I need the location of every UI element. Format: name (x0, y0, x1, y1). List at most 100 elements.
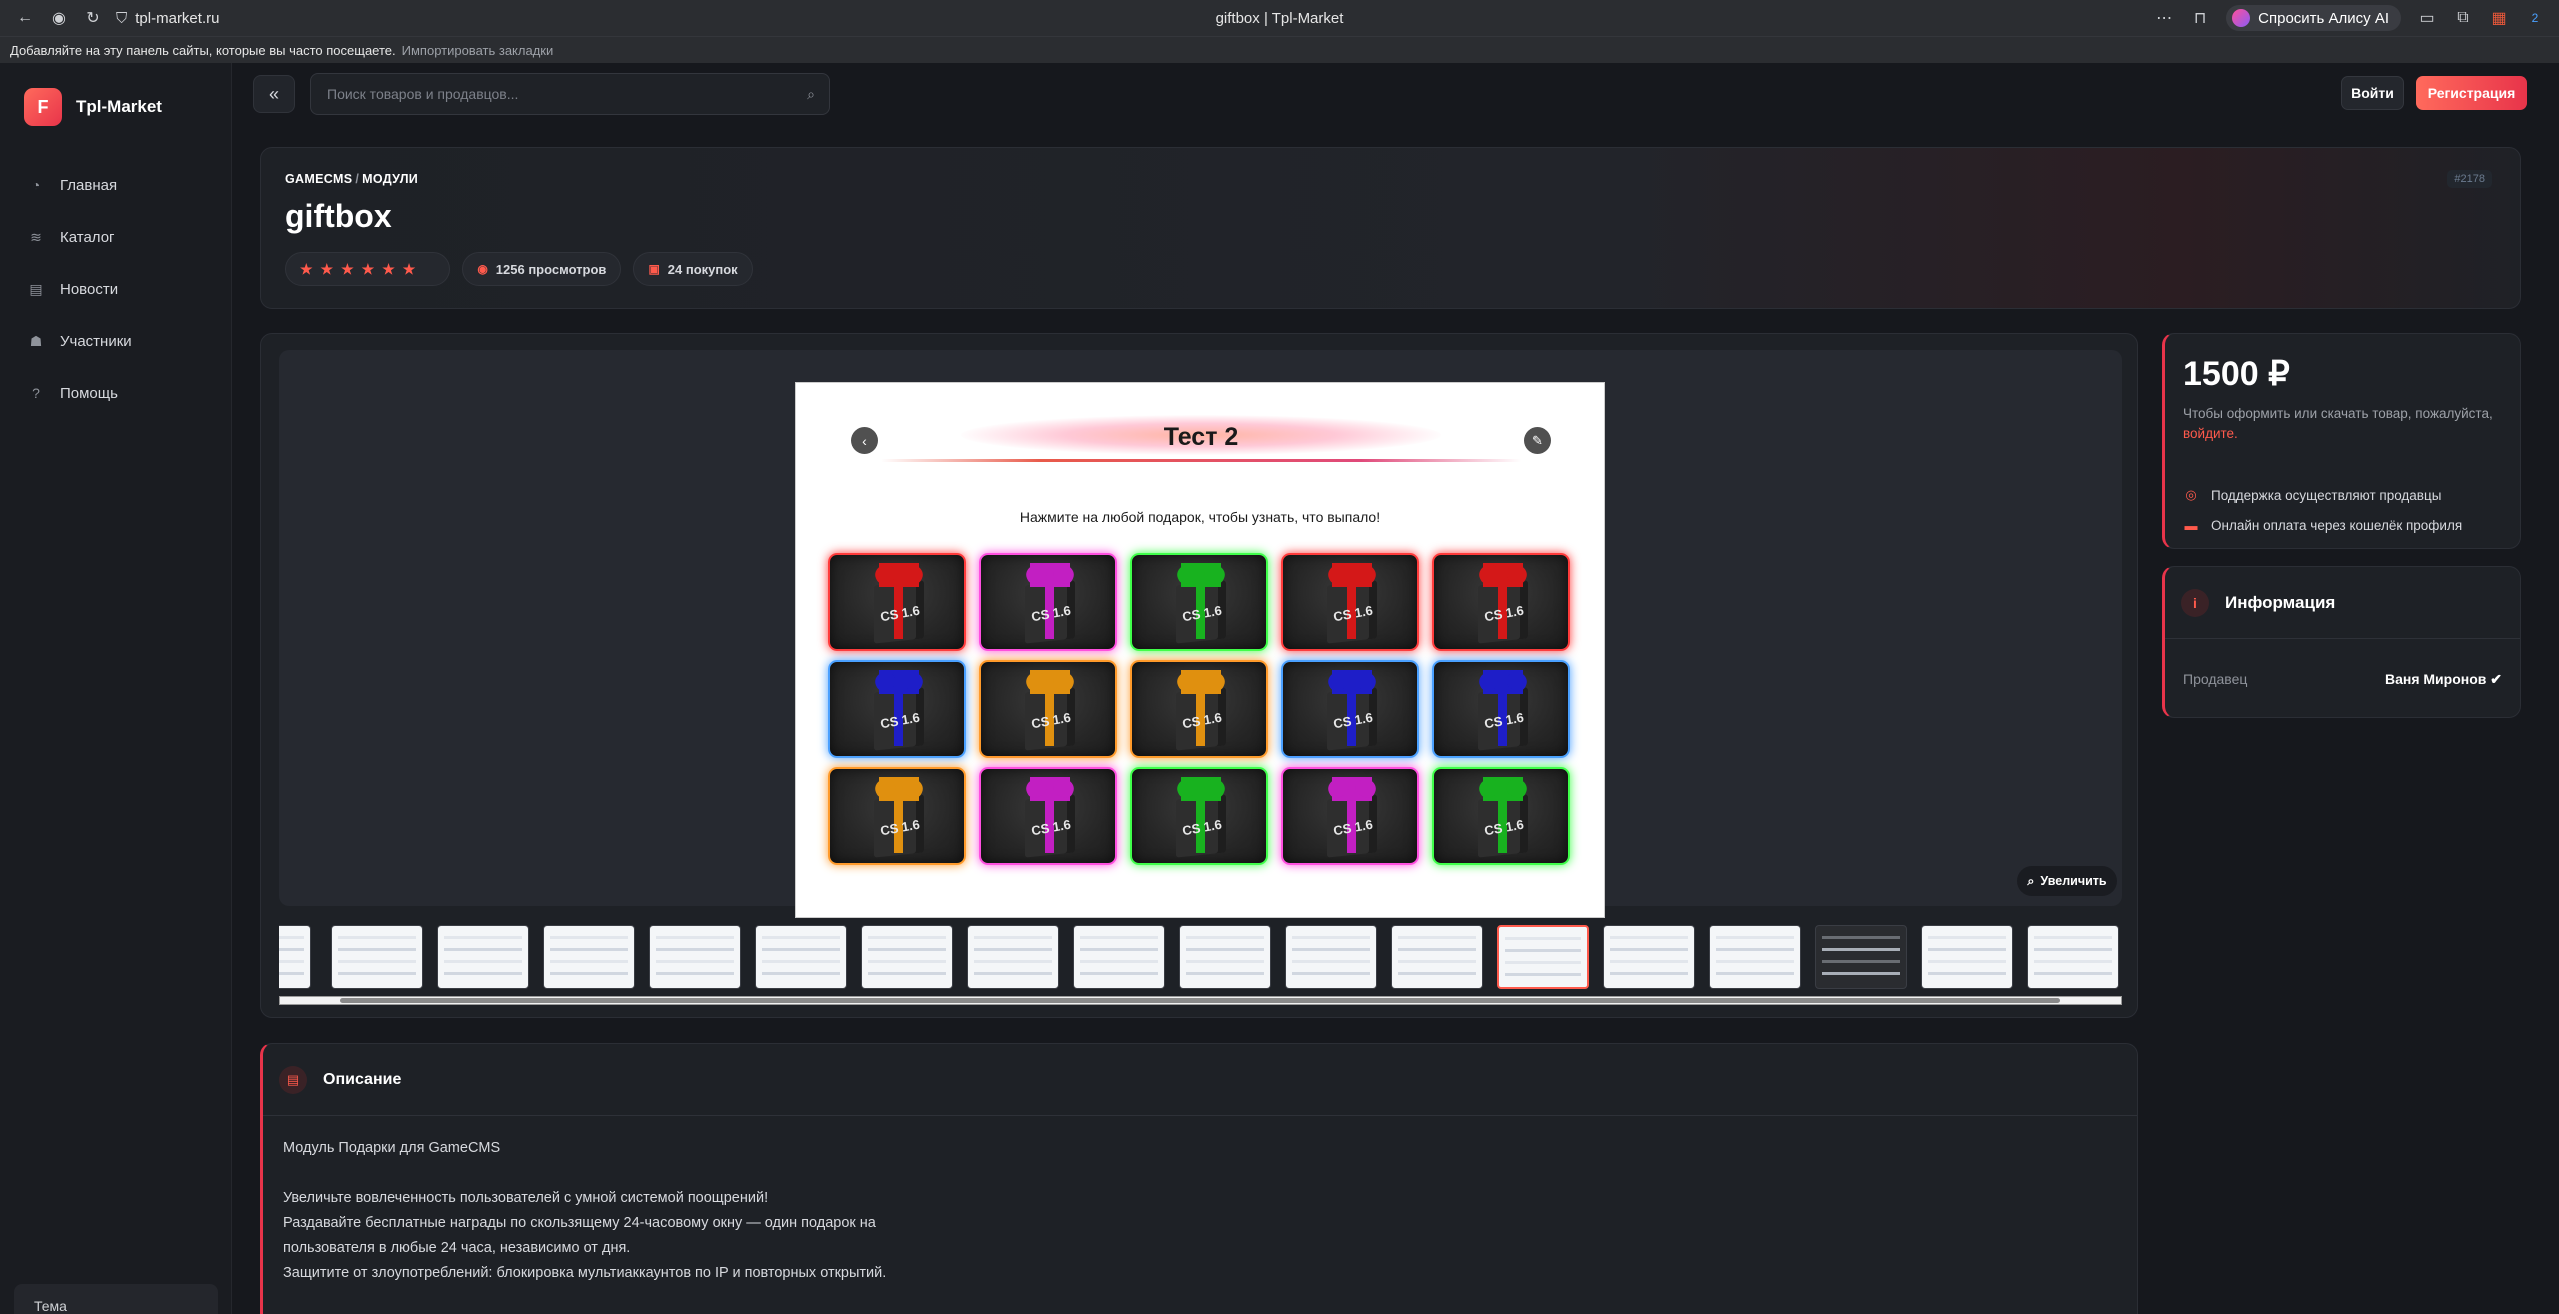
back-icon[interactable]: ← (12, 5, 38, 31)
description-line: пользователя в любые 24 часа, независимо… (283, 1240, 631, 1256)
profile-badge-icon[interactable]: 2 (2525, 11, 2545, 25)
thumbnail-line (1716, 936, 1794, 939)
thumbnail-line (656, 960, 734, 963)
thumbnail[interactable] (755, 925, 847, 989)
address-bar[interactable]: ⛉ tpl-market.ru (116, 10, 219, 27)
extensions-icon[interactable]: ▦ (2489, 8, 2509, 28)
thumbnail[interactable] (1603, 925, 1695, 989)
thumbnail-line (279, 948, 304, 951)
sidebar-item-catalog[interactable]: ≋ Каталог (28, 211, 132, 263)
bookmarks-bar: Добавляйте на эту панель сайты, которые … (0, 36, 2559, 63)
sidebar-item-users[interactable]: ☗ Участники (28, 315, 132, 367)
thumbnail[interactable] (1179, 925, 1271, 989)
purchases-count: 24 покупок (667, 261, 738, 277)
profile-icon[interactable]: ◉ (46, 5, 72, 31)
bookmark-icon[interactable]: ⊓ (2190, 8, 2210, 28)
thumbnail-line (1398, 936, 1476, 939)
thumbnail[interactable] (543, 925, 635, 989)
thumbnail-line (868, 936, 946, 939)
seller-link[interactable]: Ваня Миронов ✔ (2385, 671, 2502, 688)
theme-toggle[interactable]: Тема (14, 1284, 218, 1314)
sidebar-item-home[interactable]: ◔ Главная (28, 159, 132, 211)
support-text: Поддержка осуществляют продавцы (2211, 487, 2442, 503)
views-count: 1256 просмотров (495, 261, 607, 277)
shield-icon: ⛉ (116, 9, 128, 27)
sidebar-item-label: Участники (60, 332, 132, 350)
downloads-icon[interactable]: ▭ (2417, 8, 2437, 28)
thumbnail-scrollbar[interactable] (279, 996, 2122, 1005)
thumbnail[interactable] (967, 925, 1059, 989)
thumbnail[interactable] (1709, 925, 1801, 989)
seller-name: Ваня Миронов (2384, 671, 2487, 687)
collections-icon[interactable]: ⧉ (2453, 9, 2473, 27)
description-line: Защитите от злоупотреблений: блокировка … (283, 1265, 887, 1281)
thumbnail-line (1928, 972, 2006, 975)
more-icon[interactable]: ⋯ (2154, 8, 2174, 28)
layers-icon: ≋ (30, 228, 42, 245)
gift-box: CS 1.6 (1130, 553, 1268, 651)
info-header: i Информация (2165, 567, 2520, 639)
thumbnail[interactable] (279, 925, 311, 989)
thumbnail[interactable] (1073, 925, 1165, 989)
thumbnail-line (1398, 948, 1476, 951)
search-icon[interactable]: ⌕ (807, 86, 815, 103)
gift-box: CS 1.6 (828, 767, 966, 865)
thumbnail[interactable] (1921, 925, 2013, 989)
document-icon: ▤ (279, 1065, 307, 1094)
breadcrumb-item-gamecms[interactable]: GAMECMS (285, 172, 352, 186)
breadcrumb: GAMECMS / МОДУЛИ (285, 172, 418, 186)
thumbnail-line (2034, 960, 2112, 963)
reload-icon[interactable]: ↻ (80, 5, 106, 31)
preview-image[interactable]: Тест 2 ‹ ✎ Нажмите на любой подарок, что… (795, 382, 1605, 918)
thumbnail-line (1928, 960, 2006, 963)
login-button[interactable]: Войти (2341, 76, 2404, 110)
brand[interactable]: F Tpl-Market (24, 88, 162, 126)
gift-bow (1483, 777, 1523, 801)
login-link[interactable]: войдите. (2183, 426, 2238, 441)
bookmarks-hint: Добавляйте на эту панель сайты, которые … (10, 42, 396, 58)
thumbnail[interactable] (1497, 925, 1589, 989)
info-icon: i (2181, 588, 2209, 617)
thumbnail[interactable] (1285, 925, 1377, 989)
alice-button[interactable]: Спросить Алису AI (2226, 5, 2401, 31)
thumbnail-line (1610, 972, 1688, 975)
thumbnail[interactable] (1815, 925, 1907, 989)
search-input[interactable] (327, 86, 808, 102)
thumbnail-line (279, 972, 304, 975)
product-id-badge: #2178 (2447, 170, 2492, 188)
thumbnail[interactable] (331, 925, 423, 989)
brand-logo: F (24, 88, 62, 126)
register-button[interactable]: Регистрация (2416, 76, 2527, 110)
scrollbar-thumb[interactable] (340, 998, 2060, 1003)
gift-bow (879, 563, 919, 587)
breadcrumb-item-modules[interactable]: МОДУЛИ (362, 172, 418, 186)
search-box[interactable]: ⌕ (310, 73, 830, 115)
thumbnail[interactable] (437, 925, 529, 989)
title-underline (881, 459, 1521, 462)
collapse-sidebar-button[interactable]: « (253, 75, 295, 113)
browser-toolbar: ← ◉ ↻ ⛉ tpl-market.ru giftbox | Tpl-Mark… (0, 0, 2559, 36)
thumbnail-line (974, 948, 1052, 951)
thumbnail[interactable] (2027, 925, 2119, 989)
gift-bow (1030, 777, 1070, 801)
sidebar: F Tpl-Market ◔ Главная ≋ Каталог ▤ Новос… (0, 63, 232, 1314)
zoom-button[interactable]: ⌕ Увеличить (2017, 866, 2117, 896)
alice-label: Спросить Алису AI (2258, 9, 2389, 27)
thumbnail-line (1716, 972, 1794, 975)
sidebar-item-help[interactable]: ? Помощь (28, 367, 132, 419)
gift-box: CS 1.6 (1130, 767, 1268, 865)
thumbnail[interactable] (861, 925, 953, 989)
thumbnail[interactable] (1391, 925, 1483, 989)
gift-grid: CS 1.6 CS 1.6 CS 1.6 CS 1.6 CS 1.6 CS 1.6 CS 1… (828, 553, 1570, 865)
thumbnail[interactable] (649, 925, 741, 989)
thumbnail-line (550, 936, 628, 939)
sidebar-item-news[interactable]: ▤ Новости (28, 263, 132, 315)
thumbnail-line (1186, 948, 1264, 951)
import-bookmarks-link[interactable]: Импортировать закладки (402, 43, 554, 58)
thumbnail-line (762, 936, 840, 939)
gift-bow (1181, 670, 1221, 694)
url-text: tpl-market.ru (135, 9, 220, 27)
thumbnail-line (1505, 949, 1581, 952)
description-line: Увеличьте вовлеченность пользователей с … (283, 1190, 769, 1206)
thumbnail-line (868, 972, 946, 975)
